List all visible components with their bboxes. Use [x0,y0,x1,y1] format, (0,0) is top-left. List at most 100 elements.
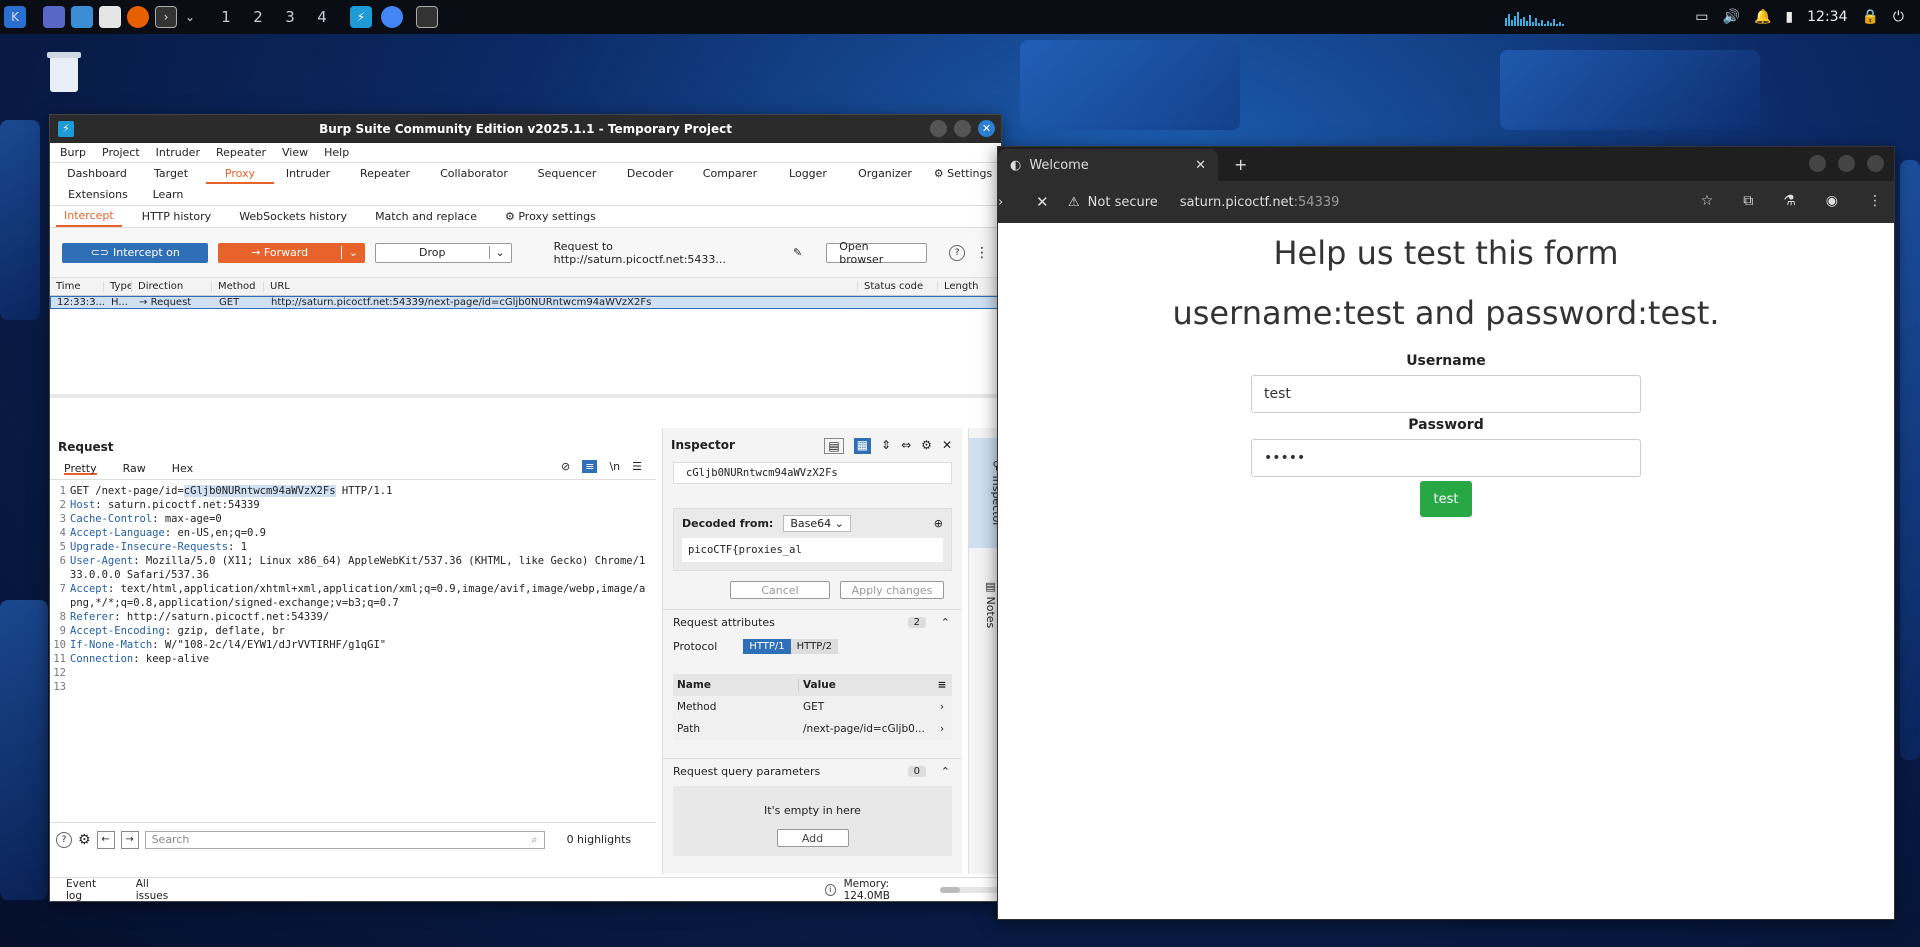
menu-intruder[interactable]: Intruder [156,146,200,159]
gear-icon[interactable]: ⚙ [78,832,91,848]
app-menu-icon[interactable]: K [4,6,26,28]
col-url[interactable]: URL [264,281,858,292]
firefox-icon[interactable] [127,6,149,28]
lock-icon[interactable]: 🔒 [1861,9,1878,25]
tab-comparer[interactable]: Comparer [686,163,774,184]
protocol-http1[interactable]: HTTP/1 [743,639,791,654]
collapse-icon[interactable]: ⇔ [901,438,911,454]
menu-burp[interactable]: Burp [60,146,86,159]
tab-raw[interactable]: Raw [123,462,146,475]
add-button[interactable]: Add [776,829,849,847]
more-options-icon[interactable]: ⋮ [1868,193,1882,209]
close-button[interactable]: ✕ [978,120,995,137]
tab-collaborator[interactable]: Collaborator [428,163,520,184]
subtab-websockets-history[interactable]: WebSockets history [231,207,355,226]
all-issues-link[interactable]: All issues [136,878,179,902]
layout-split-icon[interactable]: ▦ [853,438,872,454]
chrome-task-icon[interactable] [381,6,403,28]
gear-icon[interactable]: ⚙ [921,438,932,454]
back-icon[interactable]: › [998,195,1010,210]
star-icon[interactable]: ☆ [1701,193,1714,209]
terminal-task-icon[interactable] [416,6,438,28]
apply-changes-button[interactable]: Apply changes [840,581,944,599]
password-input[interactable]: ••••• [1251,439,1641,477]
col-length[interactable]: Length [938,281,998,292]
workspace-1[interactable]: 1 [212,8,240,26]
event-log-link[interactable]: Event log [66,878,110,902]
cancel-button[interactable]: Cancel [730,581,830,599]
help-icon[interactable]: ? [949,244,966,261]
menu-help[interactable]: Help [324,146,349,159]
col-type[interactable]: Type [104,281,132,292]
battery-icon[interactable]: ▮ [1785,9,1793,25]
notification-icon[interactable]: 🔔 [1754,9,1771,25]
protocol-http2[interactable]: HTTP/2 [790,639,838,654]
selected-text-value[interactable]: cGljb0NURntwcm94aWVzX2Fs [674,463,951,483]
decoded-value[interactable]: picoCTF{proxies_al [682,538,943,562]
power-icon[interactable]: ⏻ [1893,9,1904,25]
tab-repeater[interactable]: Repeater [342,163,428,184]
col-time[interactable]: Time [50,281,104,292]
chevron-right-icon[interactable]: › [932,701,952,713]
clock[interactable]: 12:34 [1807,9,1847,25]
tab-hex[interactable]: Hex [172,462,193,475]
side-tab-notes[interactable]: ▤ Notes [973,564,997,644]
more-options-icon[interactable]: ⋮ [975,245,989,261]
close-icon[interactable]: ✕ [942,438,952,454]
arrow-left-icon[interactable]: ← [96,830,115,849]
submit-button[interactable]: test [1420,481,1472,517]
volume-icon[interactable]: 🔊 [1723,9,1740,25]
subtab-intercept[interactable]: Intercept [56,206,122,227]
search-input[interactable]: Search ⌕ [144,830,545,849]
chevron-up-icon[interactable]: ⌃ [941,765,950,778]
file-manager-icon[interactable] [71,6,93,28]
tab-target[interactable]: Target [136,163,206,184]
subtab-match-replace[interactable]: Match and replace [367,207,485,226]
menu-project[interactable]: Project [102,146,140,159]
subtab-proxy-settings[interactable]: ⚙ Proxy settings [497,207,604,226]
open-browser-button[interactable]: Open browser [826,240,928,266]
expand-icon[interactable]: ⇕ [881,438,891,454]
tab-organizer[interactable]: Organizer [842,163,928,184]
subtab-http-history[interactable]: HTTP history [134,207,219,226]
minimize-button[interactable] [930,120,947,137]
arrow-right-icon[interactable]: → [120,830,139,849]
request-code[interactable]: 1 GET /next-page/id=cGljb0NURntwcm94aWVzX… [50,480,656,694]
request-attributes-header[interactable]: Request attributes 2 ⌃ [663,609,962,635]
chevron-right-icon[interactable]: › [932,723,952,735]
wrap-icon[interactable]: ≡ [582,460,598,473]
tab-sequencer[interactable]: Sequencer [520,163,614,184]
chevron-down-icon[interactable]: ⌄ [488,246,511,259]
table-row[interactable]: 12:33:3... H... → Request GET http://sat… [50,296,1001,309]
labs-icon[interactable]: ⚗ [1783,193,1796,209]
hide-icon[interactable]: ⊘ [561,460,570,473]
menu-repeater[interactable]: Repeater [216,146,266,159]
stop-loading-icon[interactable]: ✕ [1036,193,1049,211]
tab-intruder[interactable]: Intruder [274,163,342,184]
desktop-icon[interactable] [43,6,65,28]
minimize-button[interactable] [1809,155,1826,172]
help-icon[interactable]: ? [56,831,72,848]
menu-icon[interactable]: ☰ [632,460,642,473]
close-tab-icon[interactable]: ✕ [1195,158,1206,173]
workspace-2[interactable]: 2 [244,8,272,26]
newline-icon[interactable]: \n [609,460,620,473]
extensions-icon[interactable]: ⧉ [1743,193,1753,209]
col-method[interactable]: Method [212,281,264,292]
col-status[interactable]: Status code [858,281,938,292]
maximize-button[interactable] [1838,155,1855,172]
workspace-4[interactable]: 4 [308,8,336,26]
workspace-3[interactable]: 3 [276,8,304,26]
col-direction[interactable]: Direction [132,281,212,292]
tab-dashboard[interactable]: Dashboard [58,163,136,184]
maximize-button[interactable] [954,120,971,137]
browser-tab[interactable]: ◐ Welcome ✕ [998,149,1218,181]
text-editor-icon[interactable] [99,6,121,28]
tab-extensions[interactable]: Extensions [58,184,138,205]
query-params-header[interactable]: Request query parameters 0 ⌃ [663,758,962,784]
menu-view[interactable]: View [282,146,308,159]
new-tab-icon[interactable]: + [1234,155,1247,174]
burp-task-icon[interactable]: ⚡ [350,6,372,28]
trash-icon[interactable] [44,48,84,98]
intercept-toggle-button[interactable]: ⊂⊃ Intercept on [62,242,209,263]
